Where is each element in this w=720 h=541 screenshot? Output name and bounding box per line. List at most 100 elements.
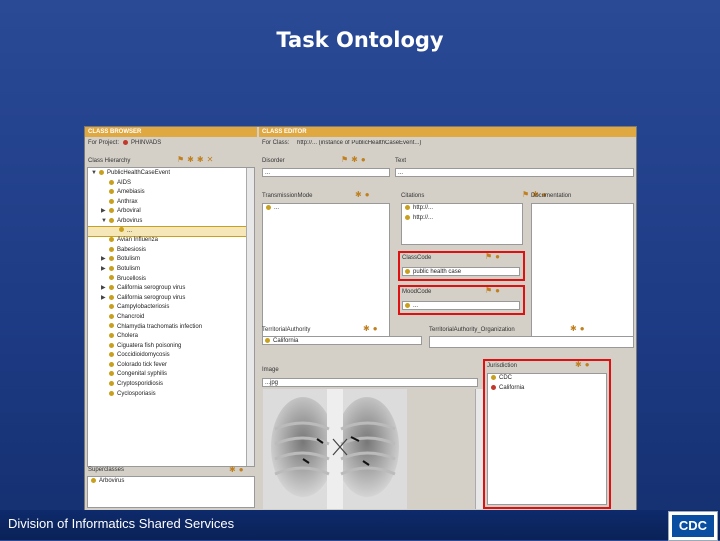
tree-node[interactable]: Chancroid bbox=[88, 313, 254, 323]
tree-scrollbar[interactable] bbox=[246, 168, 254, 466]
edit-icon[interactable]: ⚑ bbox=[485, 252, 495, 261]
tree-node[interactable]: ▶ California serogroup virus bbox=[88, 284, 254, 294]
add-subclass-icon[interactable]: ✱ bbox=[187, 155, 197, 164]
tree-node[interactable]: Avian Influenza bbox=[88, 236, 254, 246]
class-icon bbox=[109, 179, 114, 185]
superclasses-list[interactable]: Arbovirus bbox=[87, 476, 255, 508]
tree-node[interactable]: Cyclosporiasis bbox=[88, 390, 254, 400]
territorial-toolbar[interactable]: ✱● bbox=[363, 324, 381, 333]
list-item[interactable]: http://... bbox=[402, 204, 522, 214]
class-tree[interactable]: ▼ PublicHealthCaseEvent AIDS Amebiasis Anthr… bbox=[87, 167, 255, 467]
territorial2-toolbar[interactable]: ✱● bbox=[570, 324, 588, 333]
class-icon bbox=[109, 342, 114, 348]
remove-icon[interactable]: ● bbox=[580, 324, 588, 333]
superclasses-toolbar[interactable]: ✱● bbox=[229, 465, 247, 474]
tree-node[interactable]: Coccidioidomycosis bbox=[88, 351, 254, 361]
tree-node[interactable]: ▶ California serogroup virus bbox=[88, 294, 254, 304]
territorial-field[interactable]: California bbox=[262, 336, 422, 345]
expand-toggle-icon[interactable]: ▶ bbox=[101, 255, 109, 265]
superclass-item[interactable]: Arbovirus bbox=[88, 477, 254, 487]
citations-list[interactable]: http://... http://... bbox=[401, 203, 523, 245]
image-scrollbar[interactable] bbox=[475, 389, 483, 509]
expand-toggle-icon[interactable]: ▼ bbox=[101, 217, 109, 227]
list-item[interactable]: California bbox=[488, 384, 606, 394]
add-icon[interactable]: ✱ bbox=[575, 360, 585, 369]
tree-node[interactable]: Ciguatera fish poisoning bbox=[88, 342, 254, 352]
tree-node[interactable]: Chlamydia trachomatis infection bbox=[88, 323, 254, 333]
add-icon[interactable]: ✱ bbox=[570, 324, 580, 333]
territorial-label: TerritorialAuthority bbox=[262, 327, 311, 333]
classcode-field[interactable]: public health case bbox=[402, 267, 520, 276]
expand-toggle-icon[interactable]: ▼ bbox=[91, 169, 99, 179]
classcode-toolbar[interactable]: ⚑● bbox=[485, 252, 503, 261]
add-superclass-icon[interactable]: ✱ bbox=[229, 465, 239, 474]
remove-icon[interactable]: ● bbox=[373, 324, 381, 333]
delete-class-icon[interactable]: ✕ bbox=[207, 155, 217, 164]
tree-node[interactable]: ... bbox=[88, 225, 254, 238]
tree-node[interactable]: ▶ Botulism bbox=[88, 265, 254, 275]
expand-toggle-icon[interactable]: ▶ bbox=[101, 294, 109, 304]
tree-node-label: California serogroup virus bbox=[117, 285, 186, 292]
tree-node-label: Anthrax bbox=[117, 198, 138, 205]
disorder-field[interactable]: ... bbox=[262, 168, 390, 177]
expand-toggle-icon[interactable]: ▶ bbox=[101, 207, 109, 217]
documentation-field[interactable] bbox=[531, 203, 634, 343]
tree-node[interactable]: Colorado tick fever bbox=[88, 361, 254, 371]
disorder-toolbar[interactable]: ⚑✱● bbox=[341, 155, 369, 164]
remove-icon[interactable]: ● bbox=[361, 155, 369, 164]
tree-node[interactable]: Amebiasis bbox=[88, 188, 254, 198]
remove-icon[interactable]: ● bbox=[365, 190, 373, 199]
transmission-toolbar[interactable]: ✱● bbox=[355, 190, 373, 199]
tree-node[interactable]: Cholera bbox=[88, 332, 254, 342]
edit-icon[interactable]: ⚑ bbox=[341, 155, 351, 164]
remove-icon[interactable]: ● bbox=[585, 360, 593, 369]
remove-superclass-icon[interactable]: ● bbox=[239, 465, 247, 474]
class-icon bbox=[109, 333, 114, 339]
tree-node-label: Coccidioidomycosis bbox=[117, 352, 170, 359]
tree-node[interactable]: ▶ Arboviral bbox=[88, 207, 254, 217]
list-item[interactable]: CDC bbox=[488, 374, 606, 384]
add-sibling-icon[interactable]: ✱ bbox=[197, 155, 207, 164]
moodcode-toolbar[interactable]: ⚑● bbox=[485, 286, 503, 295]
tree-node[interactable]: AIDS bbox=[88, 179, 254, 189]
jurisdiction-toolbar[interactable]: ✱● bbox=[575, 360, 593, 369]
text-field[interactable]: ... bbox=[395, 168, 634, 177]
tree-node[interactable]: Congenital syphilis bbox=[88, 370, 254, 380]
create-class-icon[interactable]: ⚑ bbox=[177, 155, 187, 164]
class-icon bbox=[109, 265, 114, 271]
tree-node[interactable]: Anthrax bbox=[88, 198, 254, 208]
expand-toggle-icon[interactable]: ▶ bbox=[101, 284, 109, 294]
edit-icon[interactable]: ⚑ bbox=[485, 286, 495, 295]
tree-node[interactable]: Brucellosis bbox=[88, 275, 254, 285]
list-item[interactable]: http://... bbox=[402, 214, 522, 224]
project-name: PHINVADS bbox=[123, 140, 161, 146]
class-hierarchy-label: Class Hierarchy bbox=[88, 158, 131, 164]
add-icon[interactable]: ✱ bbox=[351, 155, 361, 164]
image-path-field[interactable]: ...jpg bbox=[262, 378, 478, 387]
jurisdiction-list[interactable]: CDC California bbox=[487, 373, 607, 505]
add-icon[interactable]: ✱ bbox=[355, 190, 365, 199]
cdc-logo: CDC bbox=[668, 511, 718, 541]
territorial2-field[interactable] bbox=[429, 336, 634, 348]
class-path: http://... (instance of PublicHealthCase… bbox=[297, 140, 422, 146]
tree-node-label: Babesiosis bbox=[117, 246, 147, 253]
hierarchy-toolbar[interactable]: ⚑✱✱✕ bbox=[177, 155, 216, 164]
tree-node[interactable]: Campylobacteriosis bbox=[88, 303, 254, 313]
add-icon[interactable]: ✱ bbox=[363, 324, 373, 333]
tree-node[interactable]: ▼ PublicHealthCaseEvent bbox=[88, 169, 254, 179]
class-icon bbox=[109, 380, 114, 386]
list-item[interactable]: ... bbox=[263, 204, 389, 214]
image-label: Image bbox=[262, 367, 279, 373]
tree-node[interactable]: Babesiosis bbox=[88, 246, 254, 256]
moodcode-field[interactable]: ... bbox=[402, 301, 520, 310]
tree-node[interactable]: ▼ Arbovirus bbox=[88, 217, 254, 227]
add-icon[interactable]: ● bbox=[495, 252, 503, 261]
transmission-label: TransmissionMode bbox=[262, 193, 313, 199]
tree-node-label: Colorado tick fever bbox=[117, 361, 168, 368]
instance-icon bbox=[265, 337, 270, 343]
tree-node[interactable]: Cryptosporidiosis bbox=[88, 380, 254, 390]
add-icon[interactable]: ● bbox=[495, 286, 503, 295]
tree-node[interactable]: ▶ Botulism bbox=[88, 255, 254, 265]
transmission-list[interactable]: ... bbox=[262, 203, 390, 343]
expand-toggle-icon[interactable]: ▶ bbox=[101, 265, 109, 275]
